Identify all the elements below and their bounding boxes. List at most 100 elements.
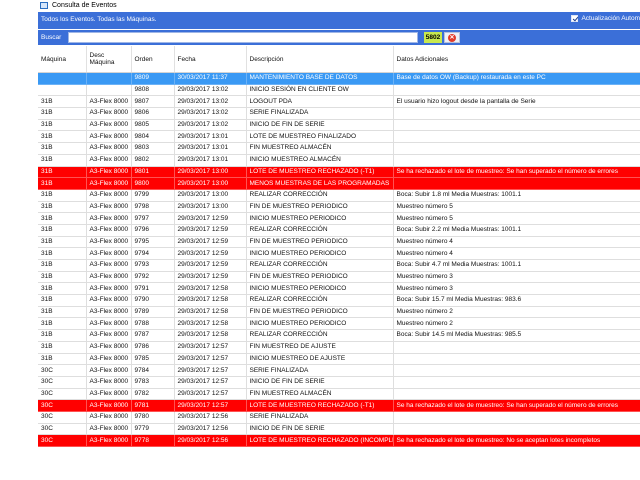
table-row[interactable]: 31B A3-Flex 8000 9805 29/03/2017 13:02 INICI…	[38, 119, 640, 132]
cell-orden[interactable]: 9787	[131, 329, 175, 342]
cell-desc-maquina[interactable]: A3-Flex 8000	[86, 364, 132, 377]
cell-fecha[interactable]: 29/03/2017 12:59	[174, 259, 247, 272]
cell-maquina[interactable]: 30C	[38, 388, 87, 401]
cell-orden[interactable]: 9803	[131, 142, 175, 155]
cell-desc-maquina[interactable]: A3-Flex 8000	[86, 177, 132, 190]
cell-descripcion[interactable]: FIN DE MUESTREO PERIODICO	[246, 306, 394, 319]
cell-fecha[interactable]: 29/03/2017 12:57	[174, 399, 247, 412]
cell-desc-maquina[interactable]: A3-Flex 8000	[86, 107, 132, 120]
column-header-maquina[interactable]: Máquina	[38, 46, 87, 73]
cell-descripcion[interactable]: SERIE FINALIZADA	[246, 411, 394, 424]
table-row[interactable]: 31B A3-Flex 8000 9789 29/03/2017 12:58 FIN D…	[38, 306, 640, 319]
cell-maquina[interactable]: 31B	[38, 166, 87, 179]
table-row[interactable]: 30C A3-Flex 8000 9783 29/03/2017 12:57 INICI…	[38, 376, 640, 389]
cell-orden[interactable]: 9806	[131, 107, 175, 120]
cell-descripcion[interactable]: INICIO MUESTREO PERIODICO	[246, 282, 394, 296]
table-row[interactable]: 31B A3-Flex 8000 9796 29/03/2017 12:59 REALI…	[38, 224, 640, 237]
cell-datos-adicionales[interactable]: Muestreo número 2	[393, 317, 640, 331]
cell-orden[interactable]: 9782	[131, 388, 175, 401]
cell-descripcion[interactable]: FIN DE MUESTREO PERIODICO	[246, 236, 394, 249]
cell-datos-adicionales[interactable]	[393, 376, 640, 389]
cell-datos-adicionales[interactable]: El usuario hizo logout desde la pantalla…	[393, 95, 640, 109]
cell-datos-adicionales[interactable]: Se ha rechazado el lote de muestreo: Se …	[393, 166, 640, 179]
cell-descripcion[interactable]: FIN DE MUESTREO PERIODICO	[246, 201, 394, 214]
cell-maquina[interactable]: 31B	[38, 236, 87, 249]
cell-desc-maquina[interactable]: A3-Flex 8000	[86, 376, 132, 389]
table-row[interactable]: 31B A3-Flex 8000 9790 29/03/2017 12:58 REALI…	[38, 294, 640, 307]
cell-descripcion[interactable]: FIN MUESTREO ALMACÉN	[246, 388, 394, 401]
cell-maquina[interactable]: 31B	[38, 189, 87, 202]
cell-datos-adicionales[interactable]	[393, 154, 640, 167]
table-row[interactable]: 9808 29/03/2017 13:02 INICIO SESIÓN EN CLI…	[38, 84, 640, 97]
cell-descripcion[interactable]: FIN DE MUESTREO PERIODICO	[246, 271, 394, 284]
cell-datos-adicionales[interactable]	[393, 411, 640, 424]
cell-orden[interactable]: 9798	[131, 201, 175, 214]
table-row[interactable]: 31B A3-Flex 8000 9801 29/03/2017 13:00 LOTE …	[38, 166, 640, 179]
cell-datos-adicionales[interactable]: Boca: Subir 1.8 ml Media Muestras: 1001.…	[393, 189, 640, 202]
table-row[interactable]: 31B A3-Flex 8000 9806 29/03/2017 13:02 SERIE…	[38, 107, 640, 120]
cell-descripcion[interactable]: REALIZAR CORRECCIÓN	[246, 329, 394, 342]
cell-desc-maquina[interactable]: A3-Flex 8000	[86, 423, 132, 436]
cell-descripcion[interactable]: SERIE FINALIZADA	[246, 364, 394, 377]
cell-fecha[interactable]: 29/03/2017 12:57	[174, 341, 247, 354]
cell-fecha[interactable]: 29/03/2017 13:00	[174, 166, 247, 179]
cell-maquina[interactable]: 30C	[38, 434, 87, 447]
cell-datos-adicionales[interactable]	[393, 130, 640, 144]
cell-orden[interactable]: 9809	[131, 72, 175, 85]
cell-orden[interactable]: 9800	[131, 177, 175, 190]
cell-orden[interactable]: 9788	[131, 317, 175, 331]
cell-datos-adicionales[interactable]	[393, 84, 640, 97]
cell-fecha[interactable]: 29/03/2017 13:00	[174, 189, 247, 202]
cell-orden[interactable]: 9785	[131, 353, 175, 366]
cell-desc-maquina[interactable]: A3-Flex 8000	[86, 399, 132, 412]
cell-desc-maquina[interactable]: A3-Flex 8000	[86, 294, 132, 307]
column-header-orden[interactable]: Orden	[131, 46, 175, 73]
table-row[interactable]: 31B A3-Flex 8000 9788 29/03/2017 12:58 INICI…	[38, 317, 640, 331]
cell-maquina[interactable]: 30C	[38, 399, 87, 412]
cell-fecha[interactable]: 29/03/2017 12:58	[174, 282, 247, 296]
cell-orden[interactable]: 9778	[131, 434, 175, 447]
cell-datos-adicionales[interactable]: Boca: Subir 15.7 ml Media Muestras: 983.…	[393, 294, 640, 307]
table-row[interactable]: 30C A3-Flex 8000 9780 29/03/2017 12:56 SERIE…	[38, 411, 640, 424]
cell-maquina[interactable]: 30C	[38, 364, 87, 377]
cell-orden[interactable]: 9781	[131, 399, 175, 412]
cell-datos-adicionales[interactable]: Muestreo número 3	[393, 271, 640, 284]
cell-desc-maquina[interactable]: A3-Flex 8000	[86, 341, 132, 354]
cell-orden[interactable]: 9795	[131, 236, 175, 249]
cell-fecha[interactable]: 29/03/2017 13:02	[174, 84, 247, 97]
cell-maquina[interactable]: 30C	[38, 411, 87, 424]
cell-fecha[interactable]: 30/03/2017 11:37	[174, 72, 247, 85]
table-row[interactable]: 31B A3-Flex 8000 9786 29/03/2017 12:57 FIN M…	[38, 341, 640, 354]
table-row[interactable]: 31B A3-Flex 8000 9798 29/03/2017 13:00 FIN D…	[38, 201, 640, 214]
cell-desc-maquina[interactable]	[86, 72, 132, 85]
column-header-desc-maquina[interactable]: Desc Máquina	[86, 46, 132, 73]
cell-orden[interactable]: 9804	[131, 130, 175, 144]
table-row[interactable]: 31B A3-Flex 8000 9802 29/03/2017 13:01 INICI…	[38, 154, 640, 167]
cell-maquina[interactable]	[38, 84, 87, 97]
cell-datos-adicionales[interactable]	[393, 353, 640, 366]
cell-datos-adicionales[interactable]: Boca: Subir 14.5 ml Media Muestras: 985.…	[393, 329, 640, 342]
cell-maquina[interactable]: 31B	[38, 177, 87, 190]
cell-desc-maquina[interactable]	[86, 84, 132, 97]
cell-fecha[interactable]: 29/03/2017 12:57	[174, 353, 247, 366]
cell-desc-maquina[interactable]: A3-Flex 8000	[86, 306, 132, 319]
cell-maquina[interactable]: 31B	[38, 317, 87, 331]
cell-fecha[interactable]: 29/03/2017 12:59	[174, 224, 247, 237]
cell-orden[interactable]: 9801	[131, 166, 175, 179]
cell-desc-maquina[interactable]: A3-Flex 8000	[86, 189, 132, 202]
cell-maquina[interactable]: 31B	[38, 294, 87, 307]
cell-fecha[interactable]: 29/03/2017 12:58	[174, 294, 247, 307]
cell-fecha[interactable]: 29/03/2017 12:56	[174, 411, 247, 424]
cell-datos-adicionales[interactable]	[393, 388, 640, 401]
cell-desc-maquina[interactable]: A3-Flex 8000	[86, 236, 132, 249]
table-row[interactable]: 30C A3-Flex 8000 9781 29/03/2017 12:57 LOTE …	[38, 399, 640, 412]
cell-desc-maquina[interactable]: A3-Flex 8000	[86, 201, 132, 214]
cell-datos-adicionales[interactable]	[393, 107, 640, 120]
cell-datos-adicionales[interactable]: Muestreo número 5	[393, 212, 640, 225]
cell-fecha[interactable]: 29/03/2017 12:56	[174, 423, 247, 436]
column-header-fecha[interactable]: Fecha	[174, 46, 247, 73]
cell-orden[interactable]: 9779	[131, 423, 175, 436]
cell-descripcion[interactable]: INICIO MUESTREO ALMACÉN	[246, 154, 394, 167]
cell-orden[interactable]: 9780	[131, 411, 175, 424]
cell-desc-maquina[interactable]: A3-Flex 8000	[86, 411, 132, 424]
